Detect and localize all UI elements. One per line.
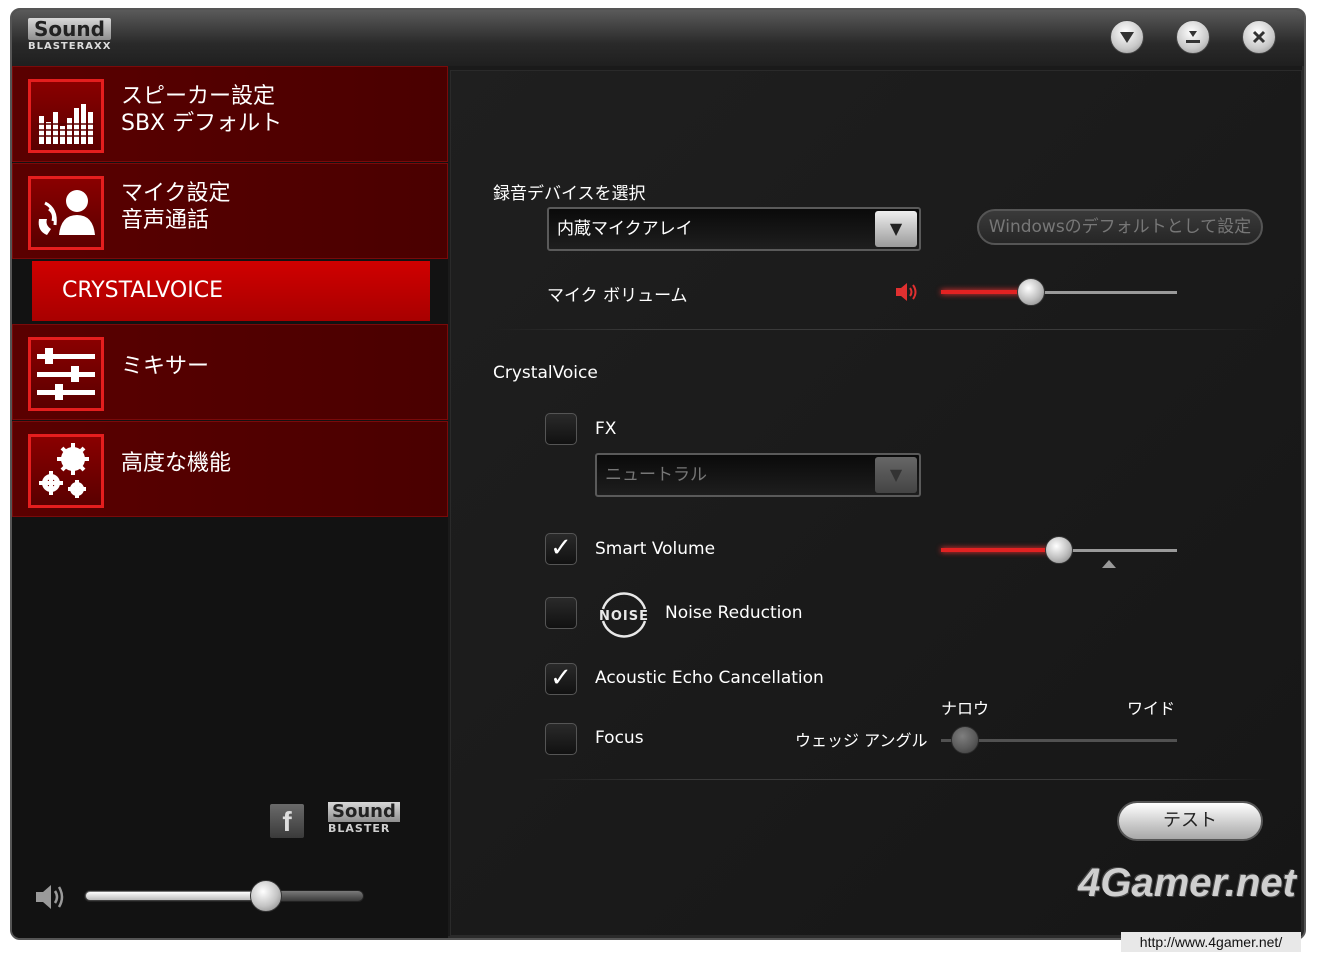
gears-icon	[28, 434, 104, 508]
narrow-label: ナロウ	[941, 699, 990, 718]
divider	[491, 329, 1271, 330]
minimize-icon	[1186, 31, 1200, 43]
record-device-select[interactable]: 内蔵マイクアレイ ▼	[547, 207, 921, 251]
sidebar-item-speaker-title: スピーカー設定	[121, 84, 276, 109]
fx-preset-value: ニュートラル	[605, 465, 707, 485]
speaker-volume-icon[interactable]	[34, 882, 68, 912]
wedge-angle-slider[interactable]	[941, 725, 1177, 755]
title-bar: Sound BLASTERAXX	[12, 10, 1304, 66]
fx-label: FX	[595, 419, 617, 439]
chevron-down-icon	[1120, 32, 1134, 43]
record-device-value: 内蔵マイクアレイ	[557, 219, 693, 239]
voice-user-icon	[28, 176, 104, 250]
mic-volume-label: マイク ボリューム	[547, 286, 688, 306]
chevron-down-icon[interactable]: ▼	[875, 457, 917, 493]
sidebar: スピーカー設定 SBX デフォルト マイク設定 音声通話 CRYSTALVOIC…	[12, 66, 448, 938]
expand-up-icon[interactable]	[1101, 559, 1117, 569]
mixer-sliders-icon	[28, 337, 104, 411]
fx-checkbox[interactable]	[545, 413, 577, 445]
mic-volume-thumb[interactable]	[1017, 278, 1045, 306]
sidebar-item-mixer-title: ミキサー	[121, 354, 210, 379]
menu-button[interactable]	[1110, 20, 1144, 54]
fx-preset-select[interactable]: ニュートラル ▼	[595, 453, 921, 497]
sound-blaster-logo: Sound BLASTERAXX	[28, 18, 128, 58]
aec-checkbox[interactable]: ✓	[545, 663, 577, 695]
smart-volume-fill	[941, 548, 1059, 552]
chevron-down-icon[interactable]: ▼	[875, 211, 917, 247]
sidebar-item-mic[interactable]: マイク設定 音声通話	[12, 163, 448, 259]
sidebar-item-mixer[interactable]: ミキサー	[12, 324, 448, 420]
sidebar-subitem-crystalvoice[interactable]: CRYSTALVOICE	[32, 261, 430, 321]
aec-label: Acoustic Echo Cancellation	[595, 668, 824, 688]
noise-icon: NOISE	[599, 592, 649, 638]
master-volume-slider[interactable]	[84, 880, 364, 912]
close-button[interactable]	[1242, 20, 1276, 54]
footer-logo-sub: BLASTER	[328, 822, 391, 835]
logo-main: Sound	[28, 18, 111, 40]
watermark-brand: 4Gamer.net	[1078, 861, 1296, 905]
master-volume-thumb[interactable]	[250, 880, 282, 912]
noise-badge-text: NOISE	[599, 609, 649, 624]
master-volume-fill	[86, 892, 267, 900]
close-icon	[1252, 30, 1266, 44]
app-window: Sound BLASTERAXX スピーカー設定 SBX デフォルト マイク設定…	[10, 8, 1306, 940]
record-device-label: 録音デバイスを選択	[493, 184, 646, 204]
crystalvoice-section-title: CrystalVoice	[493, 363, 598, 383]
noise-reduction-checkbox[interactable]	[545, 597, 577, 629]
content-panel: 録音デバイスを選択 内蔵マイクアレイ ▼ Windowsのデフォルトとして設定 …	[450, 70, 1302, 936]
sidebar-item-advanced-title: 高度な機能	[121, 451, 232, 476]
wide-label: ワイド	[1127, 699, 1176, 718]
facebook-icon[interactable]: f	[270, 804, 304, 838]
sidebar-item-mic-title: マイク設定	[121, 181, 231, 206]
test-button[interactable]: テスト	[1117, 801, 1263, 841]
smart-volume-checkbox[interactable]: ✓	[545, 533, 577, 565]
noise-reduction-label: Noise Reduction	[665, 603, 803, 623]
speaker-bars-icon	[28, 79, 104, 153]
sidebar-item-speaker-sub: SBX デフォルト	[121, 111, 283, 136]
minimize-button[interactable]	[1176, 20, 1210, 54]
divider	[531, 779, 1271, 780]
focus-checkbox[interactable]	[545, 723, 577, 755]
logo-sub: BLASTERAXX	[28, 41, 112, 52]
mic-volume-slider[interactable]	[941, 277, 1177, 307]
sidebar-item-mic-sub: 音声通話	[121, 208, 210, 233]
sidebar-item-speaker[interactable]: スピーカー設定 SBX デフォルト	[12, 66, 448, 162]
smart-volume-slider[interactable]	[941, 535, 1177, 565]
sound-blaster-footer-logo[interactable]: Sound BLASTER	[328, 802, 400, 835]
smart-volume-thumb[interactable]	[1045, 536, 1073, 564]
sidebar-item-advanced[interactable]: 高度な機能	[12, 421, 448, 517]
watermark-url: http://www.4gamer.net/	[1121, 932, 1301, 952]
footer-logo-main: Sound	[328, 802, 400, 822]
mic-volume-speaker-icon[interactable]	[895, 281, 921, 303]
smart-volume-label: Smart Volume	[595, 539, 716, 559]
focus-label: Focus	[595, 728, 644, 748]
set-default-button[interactable]: Windowsのデフォルトとして設定	[977, 209, 1263, 245]
wedge-angle-thumb[interactable]	[951, 726, 979, 754]
wedge-angle-label: ウェッジ アングル	[795, 731, 928, 750]
